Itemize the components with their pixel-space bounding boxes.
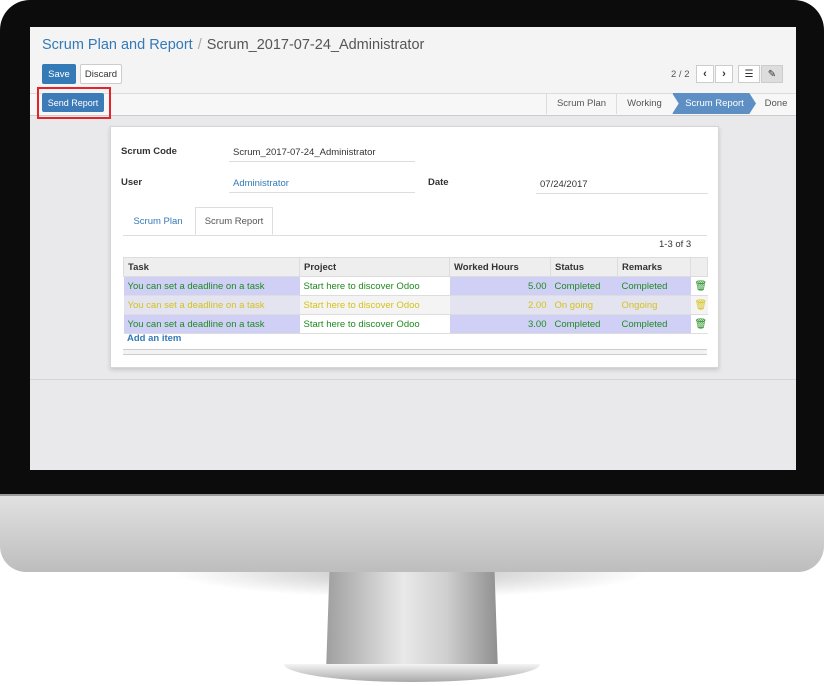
task-cell[interactable]: You can set a deadline on a task (123, 276, 300, 296)
chevron-left-icon: ‹ (703, 68, 707, 80)
breadcrumb-parent[interactable]: Scrum Plan and Report (42, 37, 193, 53)
form-view-button[interactable]: ✎ (761, 65, 783, 83)
table-footer (123, 349, 707, 355)
breadcrumb-separator: / (197, 37, 202, 53)
date-underline (536, 193, 708, 194)
scrum-code-field[interactable]: Scrum_2017-07-24_Administrator (233, 147, 376, 158)
table-row[interactable]: You can set a deadline on a task Start h… (123, 314, 708, 334)
column-status[interactable]: Status (550, 257, 618, 277)
trash-icon[interactable]: 🗑 (690, 314, 708, 334)
trash-icon[interactable]: 🗑 (690, 276, 708, 296)
column-remarks[interactable]: Remarks (617, 257, 691, 277)
tab-scrum-plan[interactable]: Scrum Plan (123, 207, 193, 235)
pager-value: 2 / 2 (671, 69, 690, 80)
task-cell[interactable]: You can set a deadline on a task (123, 295, 300, 315)
chevron-right-icon: › (722, 68, 726, 80)
remarks-cell[interactable]: Completed (617, 276, 691, 296)
stage-pipeline: Scrum Plan Working Scrum Report Done (546, 93, 796, 114)
table-row[interactable]: You can set a deadline on a task Start h… (123, 276, 708, 296)
tab-scrum-report[interactable]: Scrum Report (195, 207, 273, 235)
table-row[interactable]: You can set a deadline on a task Start h… (123, 295, 708, 315)
column-task[interactable]: Task (123, 257, 300, 277)
user-label: User (121, 177, 143, 188)
form-sheet: Scrum Code Scrum_2017-07-24_Administrato… (110, 126, 719, 368)
scrum-report-table: Task Project Worked Hours Status Remarks… (123, 257, 708, 334)
discard-button[interactable]: Discard (80, 64, 122, 84)
date-field[interactable]: 07/24/2017 (540, 179, 588, 190)
pager-prev-button[interactable]: ‹ (696, 65, 714, 83)
edit-icon: ✎ (767, 68, 777, 80)
stage-done[interactable]: Done (756, 93, 796, 114)
monitor-foot (284, 664, 540, 682)
stage-working[interactable]: Working (616, 93, 672, 114)
status-cell[interactable]: Completed (550, 314, 618, 334)
monitor-chin-edge (0, 494, 824, 496)
add-item-link[interactable]: Add an item (127, 333, 181, 344)
scrum-code-underline (229, 161, 415, 162)
table-header: Task Project Worked Hours Status Remarks (123, 257, 708, 277)
status-cell[interactable]: On going (550, 295, 618, 315)
column-actions (690, 257, 708, 277)
monitor-stand (326, 572, 498, 672)
monitor-chin (0, 494, 824, 572)
record-count: 1-3 of 3 (659, 239, 692, 250)
content-divider (30, 379, 796, 380)
breadcrumb: Scrum Plan and Report / Scrum_2017-07-24_A… (42, 37, 424, 53)
screen: Scrum Plan and Report / Scrum_2017-07-24_A… (30, 27, 796, 470)
list-icon: ☰ (744, 68, 754, 80)
hours-cell[interactable]: 3.00 (449, 314, 551, 334)
breadcrumb-current: Scrum_2017-07-24_Administrator (206, 37, 425, 53)
highlight-annotation (37, 87, 111, 119)
column-worked-hours[interactable]: Worked Hours (449, 257, 551, 277)
notebook-tabs: Scrum Plan Scrum Report (123, 207, 707, 236)
project-cell[interactable]: Start here to discover Odoo (299, 276, 450, 296)
column-project[interactable]: Project (299, 257, 450, 277)
project-cell[interactable]: Start here to discover Odoo (299, 295, 450, 315)
user-field[interactable]: Administrator (233, 178, 289, 189)
task-cell[interactable]: You can set a deadline on a task (123, 314, 300, 334)
remarks-cell[interactable]: Completed (617, 314, 691, 334)
list-view-button[interactable]: ☰ (738, 65, 760, 83)
date-label: Date (428, 177, 449, 188)
remarks-cell[interactable]: Ongoing (617, 295, 691, 315)
user-underline (229, 192, 415, 193)
save-button[interactable]: Save (42, 64, 76, 84)
stage-scrum-report[interactable]: Scrum Report (672, 93, 756, 114)
trash-icon[interactable]: 🗑 (690, 295, 708, 315)
scrum-code-label: Scrum Code (121, 146, 177, 157)
pager-next-button[interactable]: › (715, 65, 733, 83)
stage-scrum-plan[interactable]: Scrum Plan (546, 93, 616, 114)
project-cell[interactable]: Start here to discover Odoo (299, 314, 450, 334)
status-cell[interactable]: Completed (550, 276, 618, 296)
hours-cell[interactable]: 2.00 (449, 295, 551, 315)
hours-cell[interactable]: 5.00 (449, 276, 551, 296)
